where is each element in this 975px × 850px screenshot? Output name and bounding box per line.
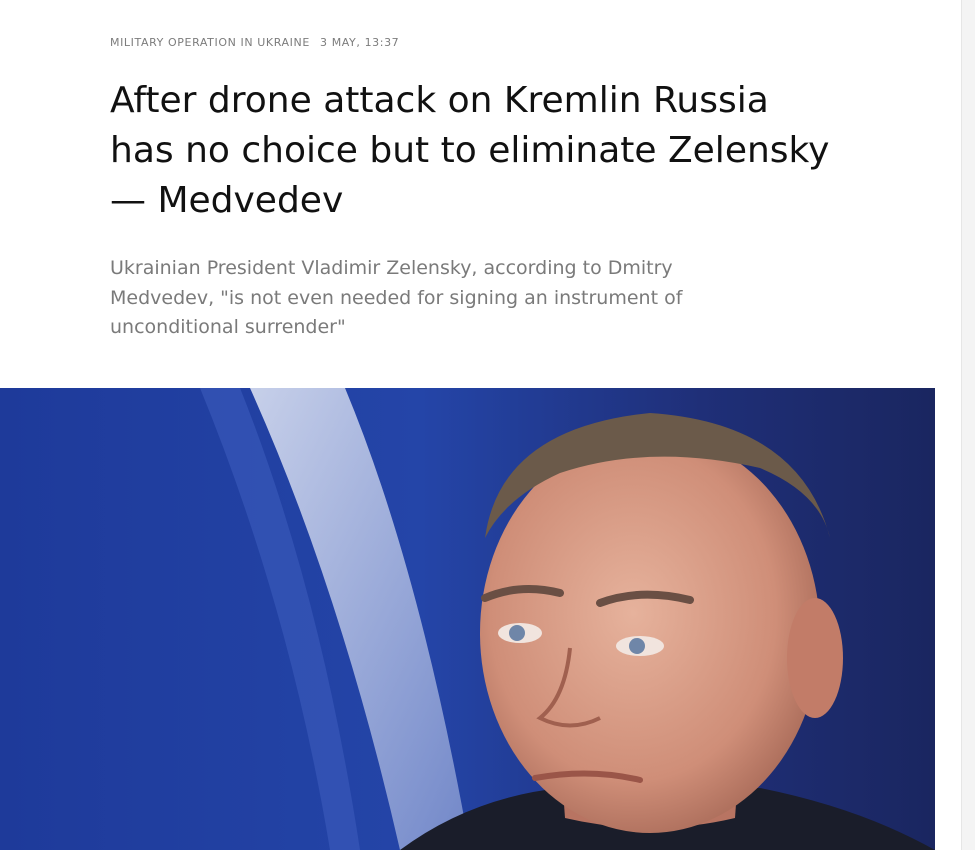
page-scrollbar[interactable] bbox=[961, 0, 975, 850]
portrait-photo bbox=[0, 388, 935, 850]
article-meta: Military operation in Ukraine 3 May, 13:… bbox=[110, 36, 399, 49]
article-photo bbox=[0, 388, 935, 850]
publish-date: 3 May, 13:37 bbox=[320, 36, 400, 49]
rubric-link[interactable]: Military operation in Ukraine bbox=[110, 36, 310, 49]
article-lead: Ukrainian President Vladimir Zelensky, a… bbox=[110, 257, 683, 338]
article-headline: After drone attack on Kremlin Russia has… bbox=[110, 80, 830, 221]
article-page: Military operation in Ukraine 3 May, 13:… bbox=[0, 0, 975, 850]
